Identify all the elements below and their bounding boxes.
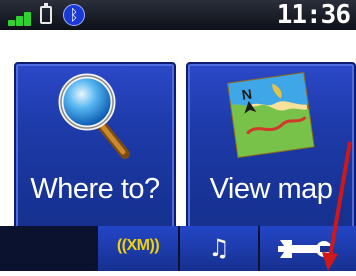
gps-home-screen: ᛒ 11:36 Where to? N View map ((XM)) ♫ bbox=[0, 0, 356, 271]
bluetooth-icon: ᛒ bbox=[63, 4, 85, 26]
annotation-arrow bbox=[322, 141, 352, 271]
music-button[interactable]: ♫ bbox=[178, 226, 258, 271]
battery-icon bbox=[40, 3, 52, 24]
where-to-button[interactable]: Where to? bbox=[14, 62, 176, 230]
xm-radio-icon: ((XM)) bbox=[116, 237, 160, 254]
music-note-icon: ♫ bbox=[208, 234, 230, 262]
clock-time: 11:36 bbox=[276, 0, 351, 30]
magnifier-icon bbox=[58, 73, 130, 159]
xm-radio-button[interactable]: ((XM)) bbox=[96, 226, 178, 271]
status-bar: ᛒ 11:36 bbox=[0, 0, 356, 30]
where-to-label: Where to? bbox=[30, 173, 160, 205]
